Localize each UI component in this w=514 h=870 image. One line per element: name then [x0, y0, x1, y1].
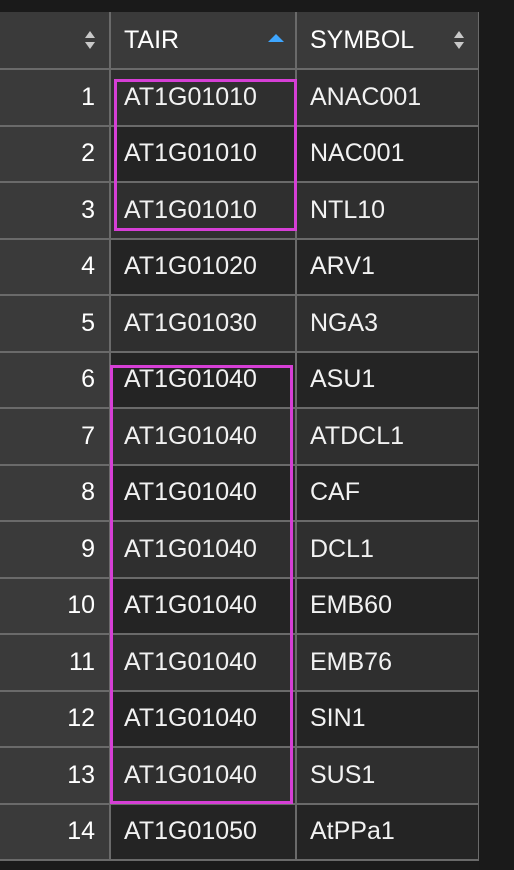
table-row[interactable]: 1 AT1G01010 ANAC001 — [0, 69, 480, 127]
toolbar-strip — [0, 0, 514, 12]
symbol-cell[interactable]: ARV1 — [296, 238, 480, 296]
symbol-cell[interactable]: NTL10 — [296, 182, 480, 240]
column-header-rownum[interactable] — [0, 12, 111, 70]
table-row[interactable]: 2 AT1G01010 NAC001 — [0, 125, 480, 183]
tair-cell[interactable]: AT1G01010 — [110, 69, 297, 127]
row-number: 4 — [0, 238, 111, 296]
tair-cell[interactable]: AT1G01040 — [110, 690, 297, 748]
table-row[interactable]: 3 AT1G01010 NTL10 — [0, 182, 480, 240]
symbol-cell[interactable]: EMB76 — [296, 634, 480, 692]
column-header-label — [0, 26, 13, 54]
table-row[interactable]: 7 AT1G01040 ATDCL1 — [0, 408, 480, 466]
tair-cell[interactable]: AT1G01050 — [110, 803, 297, 861]
symbol-cell[interactable]: NGA3 — [296, 295, 480, 353]
row-number: 13 — [0, 747, 111, 805]
table-row[interactable]: 9 AT1G01040 DCL1 — [0, 521, 480, 579]
row-number: 11 — [0, 634, 111, 692]
right-gutter — [479, 12, 514, 870]
tair-cell[interactable]: AT1G01020 — [110, 238, 297, 296]
data-viewer: TAIR SYMBOL 1 AT1G01010 ANAC001 2 AT1G01… — [0, 0, 514, 870]
row-number: 9 — [0, 521, 111, 579]
row-number: 5 — [0, 295, 111, 353]
row-number: 6 — [0, 351, 111, 409]
symbol-cell[interactable]: EMB60 — [296, 577, 480, 635]
table-row[interactable]: 10 AT1G01040 EMB60 — [0, 577, 480, 635]
row-number: 12 — [0, 690, 111, 748]
table-row[interactable]: 14 AT1G01050 AtPPa1 — [0, 803, 480, 861]
sort-ascending-icon[interactable] — [267, 30, 285, 50]
table-row[interactable]: 13 AT1G01040 SUS1 — [0, 747, 480, 805]
data-table: TAIR SYMBOL 1 AT1G01010 ANAC001 2 AT1G01… — [0, 12, 480, 861]
table-row[interactable]: 6 AT1G01040 ASU1 — [0, 351, 480, 409]
tair-cell[interactable]: AT1G01040 — [110, 408, 297, 466]
column-header-label: TAIR — [124, 25, 180, 54]
row-number: 3 — [0, 182, 111, 240]
sort-updown-icon[interactable] — [84, 30, 96, 50]
row-number: 8 — [0, 464, 111, 522]
row-number: 10 — [0, 577, 111, 635]
tair-cell[interactable]: AT1G01010 — [110, 125, 297, 183]
table-row[interactable]: 12 AT1G01040 SIN1 — [0, 690, 480, 748]
symbol-cell[interactable]: ATDCL1 — [296, 408, 480, 466]
tair-cell[interactable]: AT1G01030 — [110, 295, 297, 353]
symbol-cell[interactable]: DCL1 — [296, 521, 480, 579]
table-row[interactable]: 11 AT1G01040 EMB76 — [0, 634, 480, 692]
tair-cell[interactable]: AT1G01040 — [110, 351, 297, 409]
row-number: 2 — [0, 125, 111, 183]
tair-cell[interactable]: AT1G01040 — [110, 521, 297, 579]
symbol-cell[interactable]: CAF — [296, 464, 480, 522]
symbol-cell[interactable]: SIN1 — [296, 690, 480, 748]
table-row[interactable]: 5 AT1G01030 NGA3 — [0, 295, 480, 353]
tair-cell[interactable]: AT1G01040 — [110, 577, 297, 635]
column-header-symbol[interactable]: SYMBOL — [296, 12, 480, 70]
table-row[interactable]: 8 AT1G01040 CAF — [0, 464, 480, 522]
row-number: 14 — [0, 803, 111, 861]
row-number: 1 — [0, 69, 111, 127]
row-number: 7 — [0, 408, 111, 466]
symbol-cell[interactable]: NAC001 — [296, 125, 480, 183]
symbol-cell[interactable]: SUS1 — [296, 747, 480, 805]
tair-cell[interactable]: AT1G01040 — [110, 747, 297, 805]
table-row[interactable]: 4 AT1G01020 ARV1 — [0, 238, 480, 296]
symbol-cell[interactable]: ANAC001 — [296, 69, 480, 127]
tair-cell[interactable]: AT1G01040 — [110, 464, 297, 522]
column-header-tair[interactable]: TAIR — [110, 12, 297, 70]
tair-cell[interactable]: AT1G01040 — [110, 634, 297, 692]
tair-cell[interactable]: AT1G01010 — [110, 182, 297, 240]
header-row: TAIR SYMBOL — [0, 12, 480, 70]
sort-updown-icon[interactable] — [453, 30, 465, 50]
symbol-cell[interactable]: ASU1 — [296, 351, 480, 409]
column-header-label: SYMBOL — [310, 25, 415, 54]
symbol-cell[interactable]: AtPPa1 — [296, 803, 480, 861]
